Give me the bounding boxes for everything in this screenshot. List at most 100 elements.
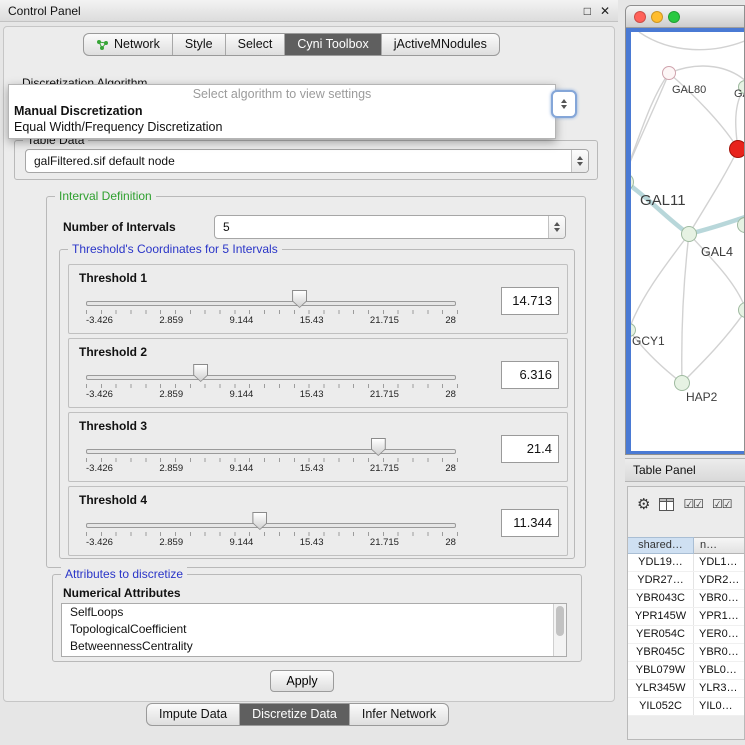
- apply-button[interactable]: Apply: [270, 670, 334, 692]
- stepper-down-icon: [561, 105, 567, 109]
- cell-name[interactable]: YLR3…: [694, 680, 745, 697]
- threshold-value-field[interactable]: 14.713: [501, 287, 559, 315]
- slider-track[interactable]: [86, 523, 456, 528]
- network-edge[interactable]: [682, 310, 745, 383]
- network-window-titlebar[interactable]: [626, 6, 744, 28]
- tab-style[interactable]: Style: [173, 34, 226, 55]
- top-tab-bar: Network Style Select Cyni Toolbox jActiv…: [83, 33, 500, 56]
- table-row[interactable]: YER054C YER0…: [628, 626, 745, 644]
- table-row[interactable]: YIL052C YIL0…: [628, 698, 745, 716]
- scale-label: 28: [445, 537, 456, 548]
- numerical-attributes-list[interactable]: SelfLoopsTopologicalCoefficientBetweenne…: [61, 603, 567, 657]
- combo-stepper-icon[interactable]: [571, 150, 588, 172]
- tab-impute-data[interactable]: Impute Data: [147, 704, 240, 725]
- cell-name[interactable]: YDR2…: [694, 572, 745, 589]
- threshold-value-field[interactable]: 21.4: [501, 435, 559, 463]
- threshold-value-field[interactable]: 6.316: [501, 361, 559, 389]
- tab-infer-network[interactable]: Infer Network: [350, 704, 448, 725]
- table-row[interactable]: YBL079W YBL0…: [628, 662, 745, 680]
- list-item[interactable]: TopologicalCoefficient: [62, 621, 566, 638]
- cell-shared-name[interactable]: YIL052C: [628, 698, 694, 715]
- cell-name[interactable]: YIL0…: [694, 698, 745, 715]
- threshold-value-field[interactable]: 11.344: [501, 509, 559, 537]
- table-row[interactable]: YDR27… YDR2…: [628, 572, 745, 590]
- network-node[interactable]: [662, 66, 676, 80]
- cell-shared-name[interactable]: YDL19…: [628, 554, 694, 571]
- column-header-shared-name[interactable]: shared…: [628, 537, 694, 554]
- gear-icon[interactable]: ⚙: [637, 497, 650, 512]
- cell-shared-name[interactable]: YDR27…: [628, 572, 694, 589]
- network-node-label: GAL: [734, 88, 745, 100]
- threshold-3-block: Threshold 3 -3.4262.8599.14415.4321.7152…: [68, 412, 568, 482]
- combo-stepper-icon[interactable]: [548, 216, 565, 238]
- close-icon[interactable]: ✕: [600, 4, 610, 18]
- scale-label: 28: [445, 389, 456, 400]
- tab-label: Network: [114, 34, 160, 55]
- network-node[interactable]: [681, 226, 697, 242]
- cell-name[interactable]: YBR0…: [694, 644, 745, 661]
- slider-track[interactable]: [86, 301, 456, 306]
- mac-minimize-button[interactable]: [651, 11, 663, 23]
- algorithm-combo-stepper[interactable]: [551, 90, 577, 118]
- table-row[interactable]: YPR145W YPR1…: [628, 608, 745, 626]
- table-row[interactable]: YBR045C YBR0…: [628, 644, 745, 662]
- select-all-checkboxes-icon[interactable]: ☑☑: [683, 497, 703, 511]
- cell-shared-name[interactable]: YPR145W: [628, 608, 694, 625]
- network-icon: [96, 39, 109, 51]
- float-window-icon[interactable]: □: [584, 4, 591, 18]
- tab-jactivemodules[interactable]: jActiveMNodules: [382, 34, 499, 55]
- cell-shared-name[interactable]: YER054C: [628, 626, 694, 643]
- column-header-name[interactable]: n…: [694, 537, 745, 554]
- tab-select[interactable]: Select: [226, 34, 286, 55]
- deselect-all-checkboxes-icon[interactable]: ☑☑: [712, 497, 732, 511]
- network-edge[interactable]: [669, 66, 745, 84]
- cell-shared-name[interactable]: YBR043C: [628, 590, 694, 607]
- number-of-intervals-value: 5: [223, 220, 230, 234]
- slider-track[interactable]: [86, 449, 456, 454]
- cell-name[interactable]: YER0…: [694, 626, 745, 643]
- list-scrollbar[interactable]: [553, 604, 566, 656]
- network-edge[interactable]: [631, 73, 669, 180]
- network-canvas[interactable]: GAL80GALGAL11GAL4GCY1HAP2: [631, 32, 745, 451]
- table-data-group: Table Data galFiltered.sif default node: [14, 140, 598, 180]
- network-edge[interactable]: [639, 32, 745, 50]
- table-panel-titlebar: Table Panel: [625, 458, 745, 482]
- table-data-combo[interactable]: galFiltered.sif default node: [25, 149, 589, 173]
- cell-name[interactable]: YBR0…: [694, 590, 745, 607]
- tab-discretize-data[interactable]: Discretize Data: [240, 704, 350, 725]
- table-row[interactable]: YBR043C YBR0…: [628, 590, 745, 608]
- mac-zoom-button[interactable]: [668, 11, 680, 23]
- tab-network[interactable]: Network: [84, 34, 173, 55]
- scale-label: -3.426: [86, 315, 113, 326]
- cell-shared-name[interactable]: YBL079W: [628, 662, 694, 679]
- network-edge[interactable]: [631, 73, 669, 180]
- slider-track[interactable]: [86, 375, 456, 380]
- scale-label: 9.144: [230, 389, 254, 400]
- columns-icon[interactable]: [659, 498, 674, 511]
- list-item[interactable]: BetweennessCentrality: [62, 638, 566, 655]
- tab-label: jActiveMNodules: [394, 34, 487, 55]
- scale-label: 21.715: [370, 537, 399, 548]
- dropdown-option-manual[interactable]: Manual Discretization: [9, 103, 555, 119]
- cell-name[interactable]: YDL1…: [694, 554, 745, 571]
- network-node[interactable]: [674, 375, 690, 391]
- number-of-intervals-combo[interactable]: 5: [214, 215, 566, 239]
- cell-name[interactable]: YBL0…: [694, 662, 745, 679]
- cell-shared-name[interactable]: YBR045C: [628, 644, 694, 661]
- dropdown-placeholder-item[interactable]: Select algorithm to view settings: [9, 86, 555, 103]
- threshold-1-block: Threshold 1 -3.4262.8599.14415.4321.7152…: [68, 264, 568, 334]
- cell-name[interactable]: YPR1…: [694, 608, 745, 625]
- network-node[interactable]: [729, 140, 745, 158]
- table-row[interactable]: YDL19… YDL1…: [628, 554, 745, 572]
- dropdown-option-equal-width[interactable]: Equal Width/Frequency Discretization: [9, 119, 555, 135]
- tab-cyni-toolbox[interactable]: Cyni Toolbox: [285, 34, 381, 55]
- network-edge[interactable]: [631, 234, 689, 330]
- cell-shared-name[interactable]: YLR345W: [628, 680, 694, 697]
- network-node-label: GCY1: [632, 334, 665, 348]
- table-row[interactable]: YLR345W YLR3…: [628, 680, 745, 698]
- network-edge[interactable]: [682, 234, 689, 383]
- mac-close-button[interactable]: [634, 11, 646, 23]
- scale-label: 2.859: [159, 315, 183, 326]
- list-item[interactable]: SelfLoops: [62, 604, 566, 621]
- threshold-label: Threshold 1: [79, 271, 147, 285]
